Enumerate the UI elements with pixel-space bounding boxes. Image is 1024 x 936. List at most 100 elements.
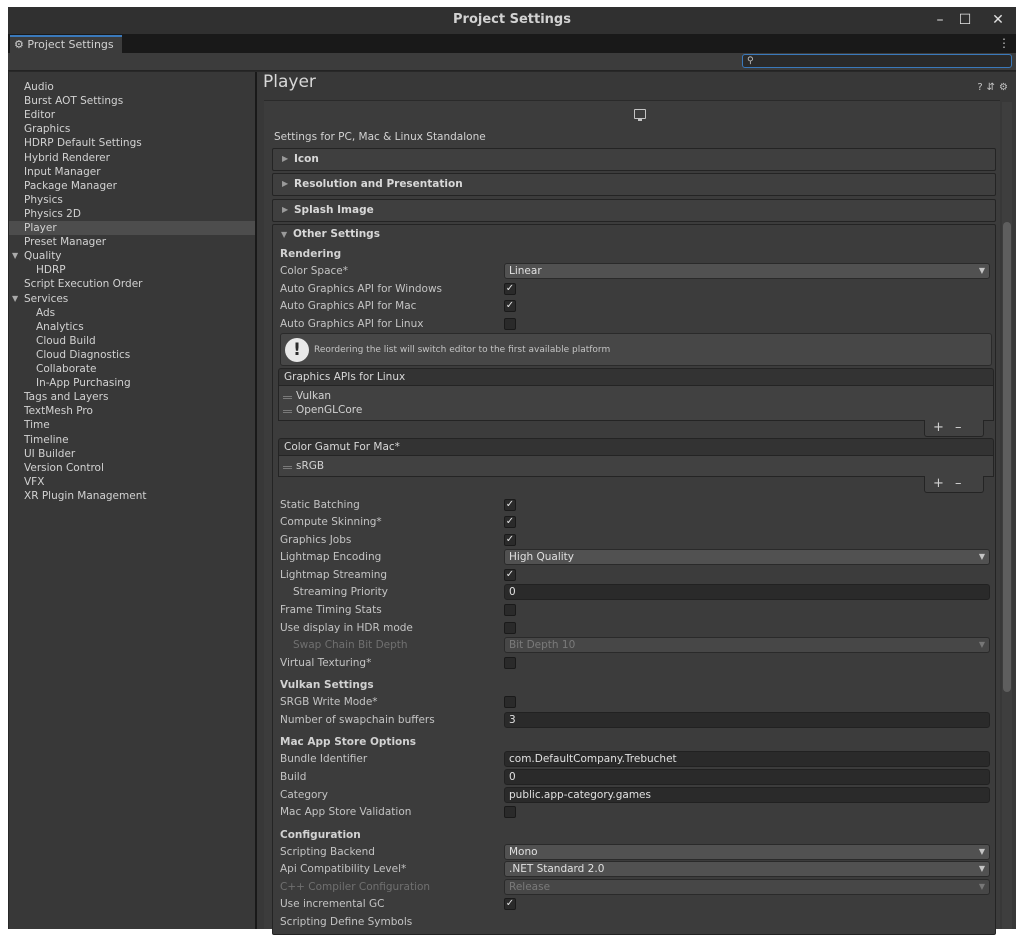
sidebar-item-graphics[interactable]: Graphics: [9, 122, 255, 136]
graphics-jobs-checkbox[interactable]: ✓: [504, 534, 516, 546]
list-item[interactable]: OpenGLCore: [283, 404, 362, 416]
sidebar-item-version-control[interactable]: Version Control: [9, 461, 255, 475]
chevron-down-icon: ▼: [978, 640, 985, 649]
sidebar-item-analytics[interactable]: Analytics: [9, 320, 255, 334]
color-gamut-list: sRGB: [278, 456, 994, 477]
cpp-compiler-dropdown: Release ▼: [504, 879, 990, 895]
auto-api-mac-checkbox[interactable]: ✓: [504, 300, 516, 312]
monitor-icon[interactable]: [634, 109, 646, 121]
sidebar-item-services[interactable]: ▼ Services: [9, 292, 255, 306]
sidebar-item-player[interactable]: Player: [9, 221, 255, 235]
incremental-gc-checkbox[interactable]: ✓: [504, 898, 516, 910]
sidebar-item-quality[interactable]: ▼ Quality: [9, 249, 255, 263]
mac-validation-checkbox[interactable]: [504, 806, 516, 818]
add-icon[interactable]: +: [933, 476, 944, 491]
lightmap-streaming-row: Lightmap Streaming ✓: [280, 569, 516, 581]
auto-api-windows-row: Auto Graphics API for Windows ✓: [280, 283, 516, 295]
sidebar-item-in-app-purchasing[interactable]: In-App Purchasing: [9, 376, 255, 390]
swap-chain-depth-row: Swap Chain Bit Depth Bit Depth 10 ▼: [280, 637, 992, 654]
section-label: Splash Image: [294, 204, 374, 216]
chevron-down-icon[interactable]: ▼: [12, 249, 18, 263]
bundle-id-input[interactable]: com.DefaultCompany.Trebuchet: [504, 751, 990, 767]
add-icon[interactable]: +: [933, 420, 944, 435]
auto-api-windows-checkbox[interactable]: ✓: [504, 283, 516, 295]
scrollbar-thumb[interactable]: [1003, 222, 1011, 692]
sidebar-item-vfx[interactable]: VFX: [9, 475, 255, 489]
sidebar-item-package-manager[interactable]: Package Manager: [9, 179, 255, 193]
list-item[interactable]: sRGB: [283, 460, 324, 472]
tab-bar: ⚙ Project Settings ⋮: [8, 34, 1016, 53]
list-item[interactable]: Vulkan: [283, 390, 331, 402]
sidebar-item-ads[interactable]: Ads: [9, 306, 255, 320]
swapchain-buffers-input[interactable]: 3: [504, 712, 990, 728]
remove-icon[interactable]: –: [955, 420, 962, 435]
sidebar-item-textmesh-pro[interactable]: TextMesh Pro: [9, 404, 255, 418]
section-icon[interactable]: ▶ Icon: [272, 148, 996, 171]
sidebar-item-tags-and-layers[interactable]: Tags and Layers: [9, 390, 255, 404]
sidebar-item-label: Graphics: [24, 123, 71, 136]
sidebar-item-label: Ads: [36, 306, 56, 319]
api-compat-dropdown[interactable]: .NET Standard 2.0 ▼: [504, 861, 990, 877]
drag-handle-icon[interactable]: [283, 466, 292, 469]
section-resolution[interactable]: ▶ Resolution and Presentation: [272, 173, 996, 196]
scripting-backend-dropdown[interactable]: Mono ▼: [504, 844, 990, 860]
virtual-texturing-checkbox[interactable]: [504, 657, 516, 669]
more-menu-icon[interactable]: ⋮: [998, 36, 1010, 50]
scripting-backend-row: Scripting Backend Mono ▼: [280, 844, 992, 861]
sidebar-item-collaborate[interactable]: Collaborate: [9, 362, 255, 376]
tab-label: Project Settings: [27, 38, 114, 51]
sidebar-item-script-execution-order[interactable]: Script Execution Order: [9, 277, 255, 291]
remove-icon[interactable]: –: [955, 476, 962, 491]
section-other-header[interactable]: ▼ Other Settings: [272, 224, 996, 247]
sidebar-item-preset-manager[interactable]: Preset Manager: [9, 235, 255, 249]
tab-project-settings[interactable]: ⚙ Project Settings: [10, 35, 122, 53]
lightmap-streaming-checkbox[interactable]: ✓: [504, 569, 516, 581]
sidebar-item-physics[interactable]: Physics: [9, 193, 255, 207]
static-batching-checkbox[interactable]: ✓: [504, 499, 516, 511]
sidebar-item-label: Physics: [24, 193, 63, 206]
vertical-scrollbar[interactable]: [1002, 102, 1012, 929]
sidebar-item-label: TextMesh Pro: [24, 405, 93, 418]
color-space-dropdown[interactable]: Linear ▼: [504, 263, 990, 279]
sidebar-item-hdrp-default-settings[interactable]: HDRP Default Settings: [9, 136, 255, 150]
section-splash[interactable]: ▶ Splash Image: [272, 199, 996, 222]
hdr-display-checkbox[interactable]: [504, 622, 516, 634]
settings-icon[interactable]: ⚙: [999, 82, 1012, 93]
drag-handle-icon[interactable]: [283, 396, 292, 399]
sidebar-item-xr-plugin-management[interactable]: XR Plugin Management: [9, 489, 255, 503]
sidebar-item-ui-builder[interactable]: UI Builder: [9, 447, 255, 461]
sidebar-item-burst-aot-settings[interactable]: Burst AOT Settings: [9, 94, 255, 108]
sidebar-item-time[interactable]: Time: [9, 418, 255, 432]
sidebar-item-input-manager[interactable]: Input Manager: [9, 165, 255, 179]
color-gamut-header: Color Gamut For Mac*: [278, 438, 994, 456]
lightmap-encoding-dropdown[interactable]: High Quality ▼: [504, 549, 990, 565]
minimize-button[interactable]: –: [928, 10, 952, 30]
streaming-priority-input[interactable]: 0: [504, 584, 990, 600]
color-space-row: Color Space* Linear ▼: [280, 263, 992, 280]
sidebar-item-cloud-diagnostics[interactable]: Cloud Diagnostics: [9, 348, 255, 362]
chevron-down-icon: ▼: [978, 552, 985, 561]
srgb-write-checkbox[interactable]: [504, 696, 516, 708]
static-batching-row: Static Batching ✓: [280, 499, 516, 511]
help-icon[interactable]: ?: [977, 82, 986, 93]
sidebar-item-audio[interactable]: Audio: [9, 80, 255, 94]
sidebar-item-editor[interactable]: Editor: [9, 108, 255, 122]
search-icon: ⚲: [747, 56, 754, 66]
build-input[interactable]: 0: [504, 769, 990, 785]
drag-handle-icon[interactable]: [283, 410, 292, 413]
preset-icon[interactable]: ⇵: [987, 82, 999, 93]
sidebar-item-hdrp[interactable]: HDRP: [9, 263, 255, 277]
sidebar-item-cloud-build[interactable]: Cloud Build: [9, 334, 255, 348]
maximize-button[interactable]: ☐: [953, 10, 977, 30]
sidebar-item-timeline[interactable]: Timeline: [9, 433, 255, 447]
frame-timing-checkbox[interactable]: [504, 604, 516, 616]
auto-api-linux-checkbox[interactable]: [504, 318, 516, 330]
search-input[interactable]: ⚲: [742, 54, 1012, 68]
compute-skinning-checkbox[interactable]: ✓: [504, 516, 516, 528]
title-bar[interactable]: Project Settings – ☐ ✕: [8, 7, 1016, 34]
sidebar-item-hybrid-renderer[interactable]: Hybrid Renderer: [9, 151, 255, 165]
category-input[interactable]: public.app-category.games: [504, 787, 990, 803]
chevron-down-icon[interactable]: ▼: [12, 292, 18, 306]
sidebar-item-physics-2d[interactable]: Physics 2D: [9, 207, 255, 221]
close-button[interactable]: ✕: [986, 10, 1010, 30]
